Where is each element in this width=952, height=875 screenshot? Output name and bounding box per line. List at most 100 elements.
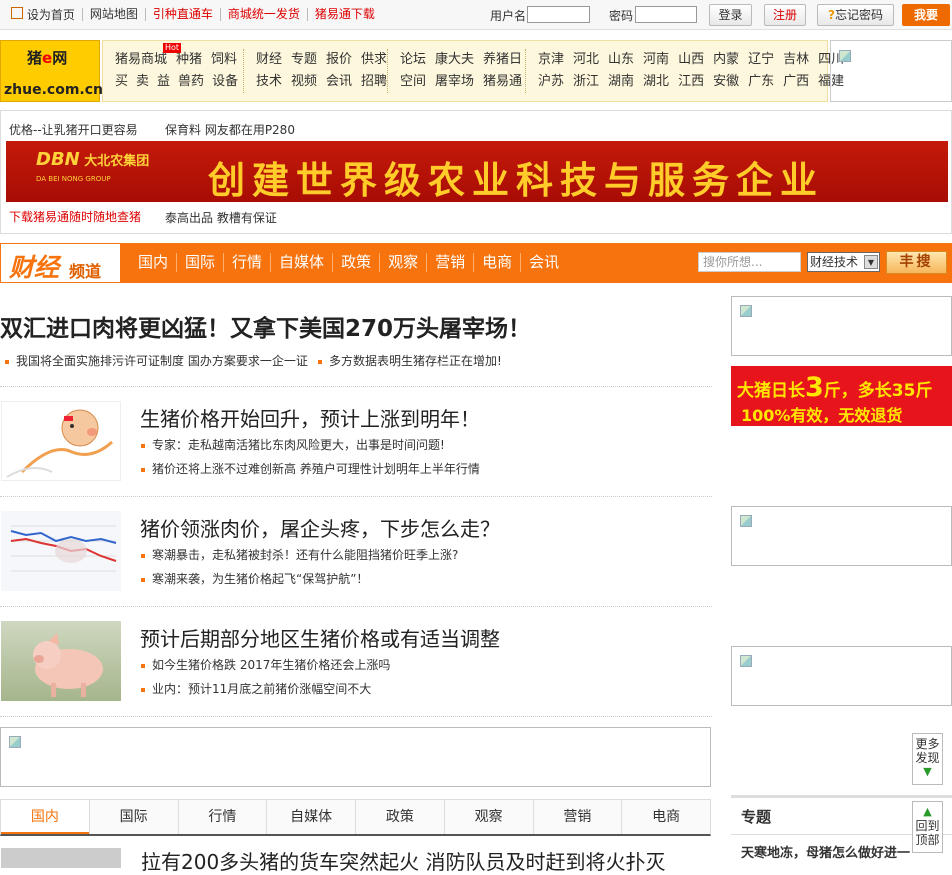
- nav-link[interactable]: 供求: [361, 49, 387, 71]
- nav-link[interactable]: 财经: [256, 49, 282, 71]
- channel-tab[interactable]: 行情: [223, 253, 270, 272]
- nav-link[interactable]: 湖南: [608, 71, 634, 93]
- news-title[interactable]: 拉有200多头猪的货车突然起火 消防队员及时赶到将火扑灭: [141, 846, 666, 875]
- news-sub[interactable]: 猪价还将上涨不过难创新高 养殖户可理性计划明年上半年行情: [141, 460, 480, 477]
- promo-link[interactable]: 泰高出品 教槽有保证: [165, 209, 277, 226]
- news-tab[interactable]: 观察: [443, 800, 533, 834]
- news-title[interactable]: 生猪价格开始回升，预计上涨到明年！: [140, 403, 480, 432]
- nav-link[interactable]: 论坛: [400, 49, 426, 71]
- more-discover-button[interactable]: 更多发现 ▼: [912, 733, 943, 785]
- category-select[interactable]: 财经技术 ▼: [807, 252, 880, 272]
- promo-link[interactable]: 下载猪易通随时随地查猪: [9, 208, 141, 225]
- side-ad-slot[interactable]: [731, 506, 952, 566]
- nav-link[interactable]: 卖: [136, 71, 149, 93]
- nav-link[interactable]: 益: [157, 71, 170, 93]
- nav-link[interactable]: 饲料: [211, 49, 237, 71]
- promo-link[interactable]: 优格--让乳猪开口更容易: [9, 121, 138, 138]
- nav-link[interactable]: 报价: [326, 49, 352, 71]
- nav-link[interactable]: 设备: [212, 71, 238, 93]
- nav-link[interactable]: 买: [115, 71, 128, 93]
- sitemap-link[interactable]: 网站地图: [81, 8, 145, 21]
- news-thumbnail[interactable]: [1, 848, 121, 868]
- search-button[interactable]: 丰搜: [886, 251, 947, 274]
- nav-link[interactable]: 山东: [608, 49, 634, 71]
- side-ad-slot[interactable]: [731, 296, 952, 356]
- nav-link[interactable]: 养猪日: [483, 49, 522, 71]
- news-thumbnail[interactable]: [1, 621, 121, 701]
- nav-link[interactable]: 视频: [291, 71, 317, 93]
- password-input[interactable]: [635, 6, 697, 23]
- news-sub[interactable]: 如今生猪价格跌 2017年生猪价格还会上涨吗: [141, 656, 390, 673]
- nav-link[interactable]: 康大夫: [435, 49, 474, 71]
- channel-tab[interactable]: 营销: [426, 253, 473, 272]
- nav-link[interactable]: 江西: [678, 71, 704, 93]
- set-homepage-link[interactable]: 设为首页: [8, 7, 82, 22]
- news-tab[interactable]: 国内: [1, 800, 89, 834]
- mall-shipping-link[interactable]: 商城统一发货: [219, 8, 307, 21]
- news-sub[interactable]: 寒潮来袭，为生猪价格起飞“保驾护航”！: [141, 570, 368, 587]
- news-sub[interactable]: 寒潮暴击，走私猪被封杀！还有什么能阻挡猪价旺季上涨?: [141, 546, 458, 563]
- promo-link[interactable]: 保育料 网友都在用P280: [165, 121, 295, 138]
- nav-link[interactable]: 技术: [256, 71, 282, 93]
- nav-link[interactable]: 吉林: [783, 49, 809, 71]
- username-input[interactable]: [527, 6, 590, 23]
- nav-link[interactable]: 山西: [678, 49, 704, 71]
- nav-link[interactable]: 辽宁: [748, 49, 774, 71]
- banner-ad[interactable]: DBN 大北农集团 DA BEI NONG GROUP 创建世界级农业科技与服务…: [6, 141, 948, 202]
- side-ad-slot[interactable]: [731, 646, 952, 706]
- nav-link[interactable]: 空间: [400, 71, 426, 93]
- nav-link[interactable]: 猪易通: [483, 71, 522, 93]
- news-tab[interactable]: 政策: [355, 800, 444, 834]
- headline[interactable]: 双汇进口肉将更凶猛！又拿下美国270万头屠宰场！: [0, 309, 531, 343]
- site-logo[interactable]: 猪e网 zhue.com.cn: [0, 40, 103, 102]
- news-tab[interactable]: 电商: [621, 800, 710, 834]
- topic-item[interactable]: 天寒地冻，母猪怎么做好进一: [741, 842, 910, 861]
- forgot-password-button[interactable]: ?忘记密码: [817, 4, 894, 26]
- news-thumbnail[interactable]: [1, 511, 121, 591]
- channel-tab[interactable]: 国内: [130, 253, 176, 272]
- nav-link[interactable]: 会讯: [326, 71, 352, 93]
- news-tab[interactable]: 营销: [532, 800, 622, 834]
- nav-link[interactable]: 浙江: [573, 71, 599, 93]
- mid-ad-slot[interactable]: [0, 727, 711, 787]
- iwant-button[interactable]: 我要: [902, 4, 950, 26]
- sub-headline[interactable]: 我国将全面实施排污许可证制度 国办方案要求一企一证: [5, 352, 308, 369]
- app-download-link[interactable]: 猪易通下载: [306, 8, 382, 21]
- channel-tab[interactable]: 会讯: [520, 253, 567, 272]
- news-thumbnail[interactable]: [1, 401, 121, 481]
- news-tab[interactable]: 自媒体: [266, 800, 355, 834]
- nav-link[interactable]: 河北: [573, 49, 599, 71]
- nav-link[interactable]: 屠宰场: [435, 71, 474, 93]
- nav-link[interactable]: 沪苏: [538, 71, 564, 93]
- nav-link[interactable]: 京津: [538, 49, 564, 71]
- nav-link[interactable]: 湖北: [643, 71, 669, 93]
- news-tab[interactable]: 行情: [177, 800, 267, 834]
- channel-logo[interactable]: 财经 频道: [0, 243, 120, 283]
- side-red-ad[interactable]: 大猪日长3斤，多长35斤 100%有效，无效退货: [731, 366, 952, 426]
- news-sub[interactable]: 业内：预计11月底之前猪价涨幅空间不大: [141, 680, 371, 697]
- nav-ad-slot[interactable]: [830, 40, 952, 102]
- breeding-link[interactable]: 引种直通车: [144, 8, 220, 21]
- nav-link[interactable]: 猪易商城: [115, 49, 167, 71]
- nav-link[interactable]: 安徽: [713, 71, 739, 93]
- news-title[interactable]: 预计后期部分地区生猪价格或有适当调整: [140, 623, 500, 652]
- channel-tab[interactable]: 观察: [379, 253, 426, 272]
- nav-link[interactable]: 内蒙: [713, 49, 739, 71]
- nav-link[interactable]: 招聘: [361, 71, 387, 93]
- nav-link[interactable]: 广东: [748, 71, 774, 93]
- nav-link[interactable]: 专题: [291, 49, 317, 71]
- channel-tab[interactable]: 电商: [473, 253, 520, 272]
- register-button[interactable]: 注册: [764, 4, 806, 26]
- sub-headline[interactable]: 多方数据表明生猪存栏正在增加!: [318, 352, 502, 369]
- channel-tab[interactable]: 国际: [176, 253, 223, 272]
- nav-link[interactable]: 河南: [643, 49, 669, 71]
- news-tab[interactable]: 国际: [88, 800, 178, 834]
- nav-link[interactable]: 广西: [783, 71, 809, 93]
- channel-tab[interactable]: 自媒体: [270, 253, 332, 272]
- news-sub[interactable]: 专家：走私越南活猪比东肉风险更大，出事是时间问题!: [141, 436, 445, 453]
- back-to-top-button[interactable]: ▲ 回到顶部: [912, 801, 943, 853]
- channel-tab[interactable]: 政策: [332, 253, 379, 272]
- search-input[interactable]: 搜你所想...: [698, 252, 801, 272]
- login-button[interactable]: 登录: [709, 4, 752, 26]
- news-title[interactable]: 猪价领涨肉价，屠企头疼，下步怎么走？: [140, 513, 500, 542]
